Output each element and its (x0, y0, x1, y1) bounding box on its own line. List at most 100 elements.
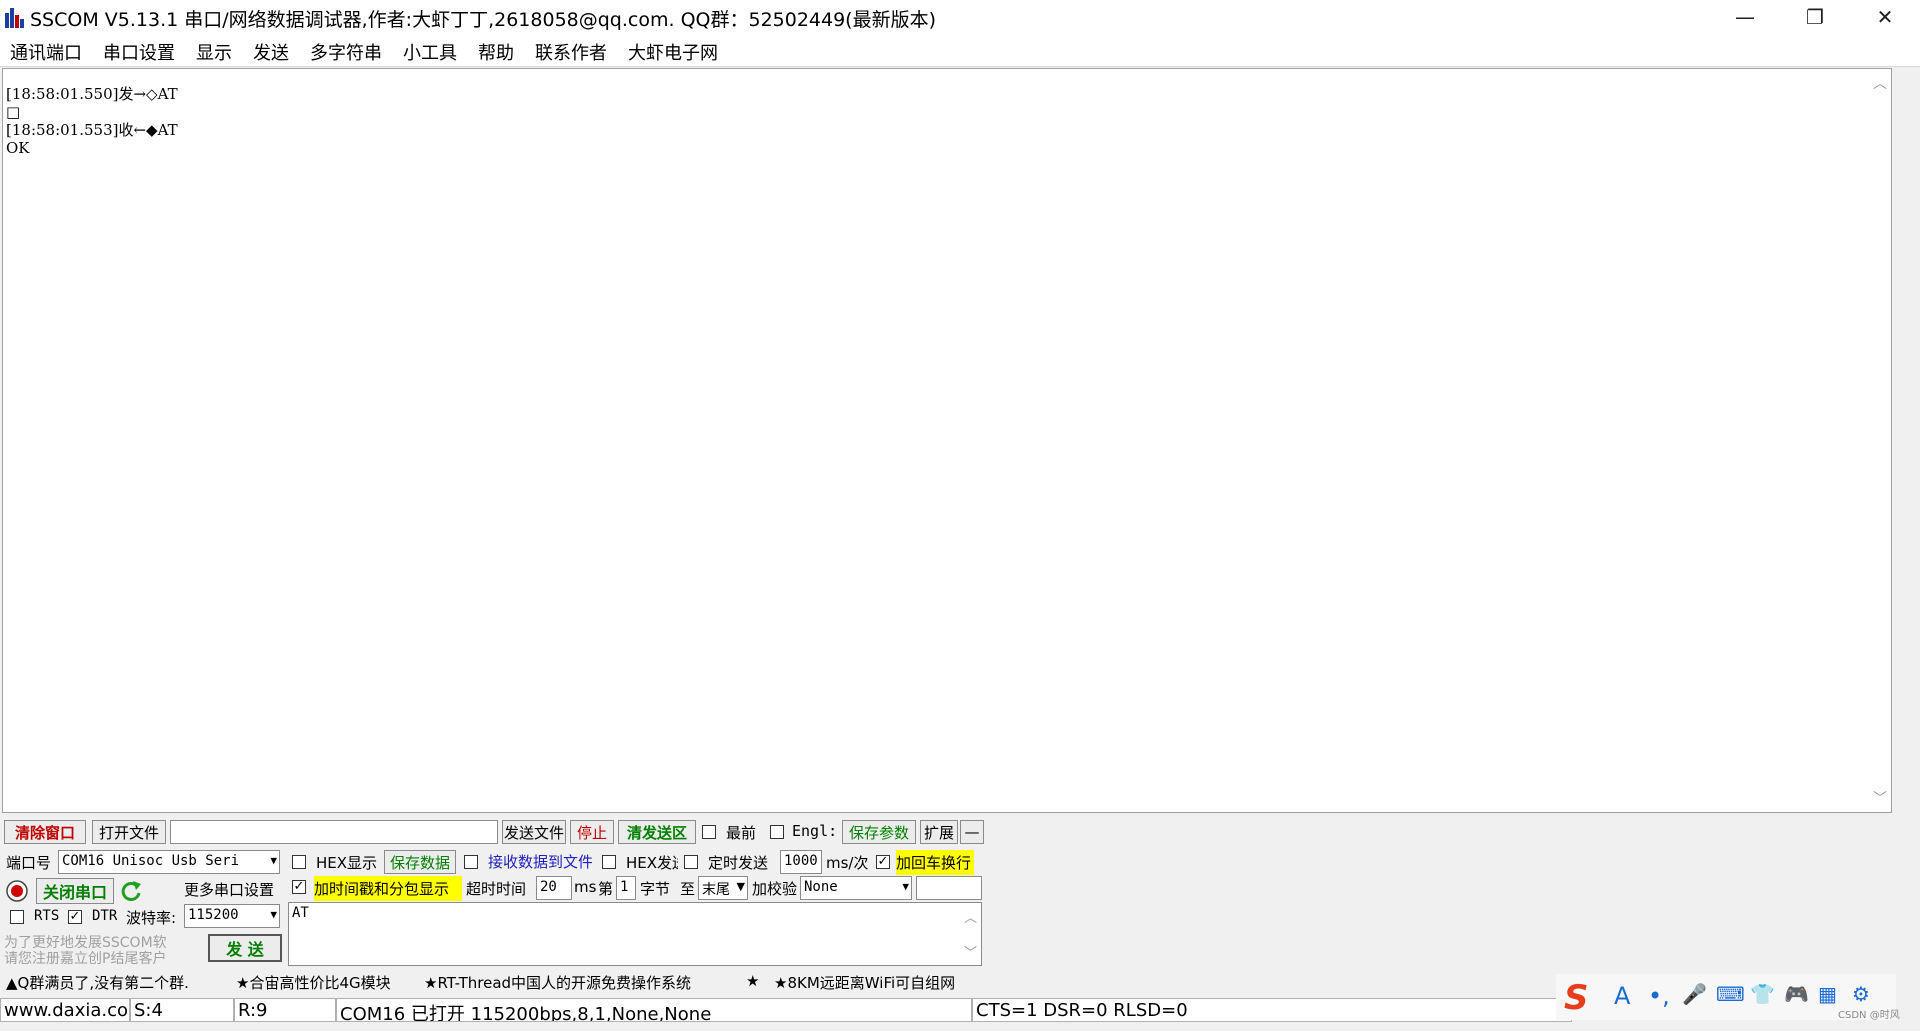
clear-window-button[interactable]: 清除窗口 (4, 820, 86, 844)
port-select[interactable]: COM16 Unisoc Usb Seri ▼ (58, 850, 280, 874)
rts-checkbox[interactable] (10, 910, 24, 924)
menu-multi-string[interactable]: 多字符串 (310, 39, 382, 65)
expand-button[interactable]: 扩展 (920, 820, 958, 844)
open-file-button[interactable]: 打开文件 (92, 820, 166, 844)
add-crlf-checkbox[interactable]: ✓ (876, 855, 890, 869)
collapse-button[interactable]: — (960, 820, 984, 844)
chevron-down-icon: ▼ (902, 880, 909, 893)
recv-to-file-checkbox[interactable] (464, 855, 478, 869)
topmost-label: 最前 (726, 824, 757, 842)
timed-send-checkbox[interactable] (684, 855, 698, 869)
baud-label: 波特率: (126, 909, 177, 927)
title-bar: SSCOM V5.13.1 串口/网络数据调试器,作者:大虾丁丁,2618058… (0, 0, 1920, 34)
gear-icon[interactable]: ⚙ (1852, 982, 1870, 1006)
receive-text-area[interactable]: [18:58:01.550]发→◇AT □ [18:58:01.553]收←◆A… (2, 68, 1892, 813)
send-button[interactable]: 发 送 (208, 934, 282, 962)
ticker-item-rt-thread[interactable]: ★RT-Thread中国人的开源免费操作系统 (424, 972, 691, 993)
toolbox-icon[interactable]: ▦ (1818, 982, 1837, 1006)
more-settings-link[interactable]: 更多串口设置 (184, 879, 274, 900)
send-text-area[interactable]: AT ︿ ﹀ (288, 902, 982, 966)
save-data-button[interactable]: 保存数据 (384, 850, 456, 874)
punctuation-icon[interactable]: •, (1648, 982, 1670, 1010)
ticker-item-4g-module[interactable]: ★合宙高性价比4G模块 (236, 972, 391, 993)
sogou-logo-icon[interactable]: S (1564, 978, 1589, 1018)
end-position-value: 末尾 (702, 882, 730, 898)
menu-serial-settings[interactable]: 串口设置 (103, 39, 175, 65)
skin-icon[interactable]: 👕 (1750, 982, 1775, 1006)
menu-send[interactable]: 发送 (253, 39, 289, 65)
hex-send-checkbox[interactable] (602, 855, 616, 869)
game-icon[interactable]: 🎮 (1784, 982, 1809, 1006)
topmost-checkbox[interactable] (702, 825, 716, 839)
timeout-unit: ms (574, 878, 597, 896)
chevron-down-icon: ▼ (270, 908, 277, 921)
refresh-icon[interactable] (118, 878, 144, 904)
start-byte-input[interactable]: 1 (616, 876, 636, 900)
timestamp-label: 加时间戳和分包显示 (314, 876, 462, 901)
save-params-button[interactable]: 保存参数 (842, 820, 916, 844)
nth-label: 第 (598, 880, 614, 898)
microphone-icon[interactable]: 🎤 (1682, 982, 1707, 1006)
close-window-button[interactable]: ✕ (1850, 0, 1920, 34)
status-received-count: R:9 (234, 998, 336, 1022)
timeout-label: 超时时间 (466, 880, 527, 898)
status-port-state: COM16 已打开 115200bps,8,1,None,None (336, 998, 972, 1022)
checksum-select[interactable]: None ▼ (800, 876, 912, 900)
receive-log: [18:58:01.550]发→◇AT □ [18:58:01.553]收←◆A… (6, 85, 178, 157)
menu-comm-port[interactable]: 通讯端口 (10, 39, 82, 65)
ticker-item-qq-group[interactable]: ▲Q群满员了,没有第二个群. (6, 972, 189, 993)
close-port-button[interactable]: 关闭串口 (36, 878, 114, 904)
minimize-button[interactable]: — (1710, 0, 1780, 34)
menu-daxia-website[interactable]: 大虾电子网 (628, 39, 718, 65)
menu-help[interactable]: 帮助 (478, 39, 514, 65)
menu-tools[interactable]: 小工具 (403, 39, 457, 65)
to-label: 至 (680, 880, 696, 898)
interval-unit: ms/次 (826, 854, 869, 872)
end-position-select[interactable]: 末尾 ▼ (698, 876, 748, 900)
hex-display-checkbox[interactable] (292, 855, 306, 869)
sscom-app-icon (5, 8, 24, 28)
dtr-label: DTR (92, 908, 118, 924)
byte-label: 字节 (640, 880, 671, 898)
log-line: □ (6, 103, 21, 121)
window-title: SSCOM V5.13.1 串口/网络数据调试器,作者:大虾丁丁,2618058… (30, 9, 937, 31)
baud-select[interactable]: 115200 ▼ (184, 904, 280, 928)
timestamp-checkbox[interactable]: ✓ (292, 880, 306, 894)
scroll-up-icon[interactable]: ︿ (1873, 73, 1887, 93)
status-sent-count: S:4 (130, 998, 234, 1022)
chevron-down-icon: ▼ (736, 880, 745, 893)
ime-toolbar: S A •, 🎤 ⌨ 👕 🎮 ▦ ⚙ CSDN @时风 (1556, 974, 1900, 1021)
scroll-down-icon[interactable]: ﹀ (964, 942, 977, 961)
scroll-up-icon[interactable]: ︿ (964, 907, 977, 926)
send-file-button[interactable]: 发送文件 (502, 820, 566, 844)
menu-display[interactable]: 显示 (196, 39, 232, 65)
timed-send-label: 定时发送 (708, 854, 769, 872)
scroll-down-icon[interactable]: ﹀ (1873, 788, 1887, 808)
menu-bar: 通讯端口 串口设置 显示 发送 多字符串 小工具 帮助 联系作者 大虾电子网 (0, 34, 1920, 67)
receive-scrollbar[interactable]: ︿ ﹀ (1869, 69, 1891, 812)
ime-mode-icon[interactable]: A (1614, 982, 1630, 1010)
add-crlf-label: 加回车换行 (896, 850, 974, 875)
port-label: 端口号 (6, 854, 52, 872)
stop-button[interactable]: 停止 (570, 820, 614, 844)
clear-send-button[interactable]: 清发送区 (618, 820, 696, 844)
ticker-item-star: ★ (746, 972, 760, 990)
baud-select-value: 115200 (188, 907, 239, 923)
send-text-content: AT (292, 905, 309, 921)
english-checkbox[interactable] (770, 825, 784, 839)
checksum-value: None (804, 879, 838, 895)
menu-contact-author[interactable]: 联系作者 (535, 39, 607, 65)
log-line: [18:58:01.553]收←◆AT (6, 121, 178, 139)
timeout-input[interactable]: 20 (536, 876, 572, 900)
file-path-input[interactable] (170, 820, 498, 844)
keyboard-icon[interactable]: ⌨ (1716, 982, 1745, 1006)
csdn-watermark: CSDN @时风 (1838, 1010, 1900, 1021)
dtr-checkbox[interactable]: ✓ (68, 910, 82, 924)
interval-input[interactable]: 1000 (780, 850, 822, 874)
ticker-item-wifi[interactable]: ★8KM远距离WiFi可自组网 (774, 972, 955, 993)
checksum-label: 加校验 (752, 880, 798, 898)
restore-button[interactable]: ❐ (1780, 0, 1850, 34)
recv-to-file-label: 接收数据到文件 (488, 853, 592, 871)
checksum-result-field (916, 876, 982, 900)
status-website[interactable]: www.daxia.com (0, 998, 130, 1022)
